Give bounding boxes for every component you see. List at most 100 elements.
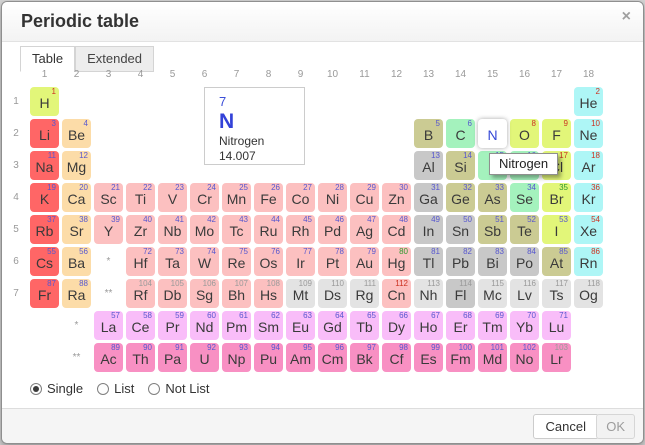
element-cell-Rf[interactable]: 104Rf: [126, 279, 155, 308]
element-cell-Ne[interactable]: 10Ne: [574, 119, 603, 148]
element-cell-Ti[interactable]: 22Ti: [126, 183, 155, 212]
element-cell-Pd[interactable]: 46Pd: [318, 215, 347, 244]
element-cell-Al[interactable]: 13Al: [414, 151, 443, 180]
element-cell-F[interactable]: 9F: [542, 119, 571, 148]
element-cell-Xe[interactable]: 54Xe: [574, 215, 603, 244]
element-cell-Es[interactable]: 99Es: [414, 343, 443, 372]
element-cell-Db[interactable]: 105Db: [158, 279, 187, 308]
element-cell-Tm[interactable]: 69Tm: [478, 311, 507, 340]
element-cell-Ar[interactable]: 18Ar: [574, 151, 603, 180]
element-cell-Eu[interactable]: 63Eu: [286, 311, 315, 340]
close-icon[interactable]: ×: [622, 9, 631, 25]
element-cell-Yb[interactable]: 70Yb: [510, 311, 539, 340]
element-cell-Ts[interactable]: 117Ts: [542, 279, 571, 308]
element-cell-Cn[interactable]: 112Cn: [382, 279, 411, 308]
element-cell-Y[interactable]: 39Y: [94, 215, 123, 244]
element-cell-Ba[interactable]: 56Ba: [62, 247, 91, 276]
element-cell-Kr[interactable]: 36Kr: [574, 183, 603, 212]
element-cell-K[interactable]: 19K: [30, 183, 59, 212]
element-cell-Ni[interactable]: 28Ni: [318, 183, 347, 212]
element-cell-Th[interactable]: 90Th: [126, 343, 155, 372]
element-cell-Sn[interactable]: 50Sn: [446, 215, 475, 244]
element-cell-Sm[interactable]: 62Sm: [254, 311, 283, 340]
element-cell-Ge[interactable]: 32Ge: [446, 183, 475, 212]
element-cell-Ag[interactable]: 47Ag: [350, 215, 379, 244]
radio-icon[interactable]: [30, 383, 42, 395]
element-cell-Os[interactable]: 76Os: [254, 247, 283, 276]
element-cell-Mc[interactable]: 115Mc: [478, 279, 507, 308]
element-cell-Gd[interactable]: 64Gd: [318, 311, 347, 340]
element-cell-Pb[interactable]: 82Pb: [446, 247, 475, 276]
radio-option-not-list[interactable]: Not List: [148, 381, 209, 396]
element-cell-Sc[interactable]: 21Sc: [94, 183, 123, 212]
element-cell-Si[interactable]: 14Si: [446, 151, 475, 180]
element-cell-Np[interactable]: 93Np: [222, 343, 251, 372]
element-cell-V[interactable]: 23V: [158, 183, 187, 212]
element-cell-Fr[interactable]: 87Fr: [30, 279, 59, 308]
element-cell-No[interactable]: 102No: [510, 343, 539, 372]
element-cell-Ho[interactable]: 67Ho: [414, 311, 443, 340]
element-cell-As[interactable]: 33As: [478, 183, 507, 212]
element-cell-O[interactable]: 8O: [510, 119, 539, 148]
element-cell-Pu[interactable]: 94Pu: [254, 343, 283, 372]
element-cell-Mn[interactable]: 25Mn: [222, 183, 251, 212]
element-cell-Au[interactable]: 79Au: [350, 247, 379, 276]
element-cell-Bi[interactable]: 83Bi: [478, 247, 507, 276]
element-cell-Og[interactable]: 118Og: [574, 279, 603, 308]
element-cell-Am[interactable]: 95Am: [286, 343, 315, 372]
element-cell-Rh[interactable]: 45Rh: [286, 215, 315, 244]
element-cell-Pr[interactable]: 59Pr: [158, 311, 187, 340]
element-cell-Te[interactable]: 52Te: [510, 215, 539, 244]
element-cell-Lu[interactable]: 71Lu: [542, 311, 571, 340]
element-cell-Mt[interactable]: 109Mt: [286, 279, 315, 308]
element-cell-Rg[interactable]: 111Rg: [350, 279, 379, 308]
element-cell-Ce[interactable]: 58Ce: [126, 311, 155, 340]
element-cell-C[interactable]: 6C: [446, 119, 475, 148]
element-cell-Tb[interactable]: 65Tb: [350, 311, 379, 340]
radio-icon[interactable]: [148, 383, 160, 395]
element-cell-Nd[interactable]: 60Nd: [190, 311, 219, 340]
element-cell-H[interactable]: 1H: [30, 87, 59, 116]
element-cell-N[interactable]: N: [478, 119, 507, 148]
element-cell-Pm[interactable]: 61Pm: [222, 311, 251, 340]
element-cell-Cf[interactable]: 98Cf: [382, 343, 411, 372]
element-cell-Pa[interactable]: 91Pa: [158, 343, 187, 372]
element-cell-Cm[interactable]: 96Cm: [318, 343, 347, 372]
element-cell-Cs[interactable]: 55Cs: [30, 247, 59, 276]
element-cell-Bh[interactable]: 107Bh: [222, 279, 251, 308]
element-cell-Cu[interactable]: 29Cu: [350, 183, 379, 212]
element-cell-Hg[interactable]: 80Hg: [382, 247, 411, 276]
element-cell-Ga[interactable]: 31Ga: [414, 183, 443, 212]
element-cell-B[interactable]: 5B: [414, 119, 443, 148]
element-cell-Dy[interactable]: 66Dy: [382, 311, 411, 340]
element-cell-Sr[interactable]: 38Sr: [62, 215, 91, 244]
element-cell-Ds[interactable]: 110Ds: [318, 279, 347, 308]
element-cell-W[interactable]: 74W: [190, 247, 219, 276]
element-cell-Cd[interactable]: 48Cd: [382, 215, 411, 244]
element-cell-La[interactable]: 57La: [94, 311, 123, 340]
element-cell-Se[interactable]: 34Se: [510, 183, 539, 212]
element-cell-Sg[interactable]: 106Sg: [190, 279, 219, 308]
cancel-button[interactable]: Cancel: [533, 414, 599, 439]
element-cell-Ta[interactable]: 73Ta: [158, 247, 187, 276]
element-cell-Hs[interactable]: 108Hs: [254, 279, 283, 308]
element-cell-Po[interactable]: 84Po: [510, 247, 539, 276]
element-cell-Ra[interactable]: 88Ra: [62, 279, 91, 308]
element-cell-Mo[interactable]: 42Mo: [190, 215, 219, 244]
element-cell-Fe[interactable]: 26Fe: [254, 183, 283, 212]
element-cell-Er[interactable]: 68Er: [446, 311, 475, 340]
element-cell-Tc[interactable]: 43Tc: [222, 215, 251, 244]
element-cell-Ir[interactable]: 77Ir: [286, 247, 315, 276]
element-cell-Na[interactable]: 11Na: [30, 151, 59, 180]
ok-button[interactable]: OK: [596, 414, 635, 439]
element-cell-Mg[interactable]: 12Mg: [62, 151, 91, 180]
element-cell-Tl[interactable]: 81Tl: [414, 247, 443, 276]
element-cell-Bk[interactable]: 97Bk: [350, 343, 379, 372]
element-cell-Fm[interactable]: 100Fm: [446, 343, 475, 372]
radio-option-list[interactable]: List: [97, 381, 134, 396]
element-cell-Lr[interactable]: 103Lr: [542, 343, 571, 372]
element-cell-Co[interactable]: 27Co: [286, 183, 315, 212]
radio-icon[interactable]: [97, 383, 109, 395]
element-cell-Be[interactable]: 4Be: [62, 119, 91, 148]
element-cell-Lv[interactable]: 116Lv: [510, 279, 539, 308]
